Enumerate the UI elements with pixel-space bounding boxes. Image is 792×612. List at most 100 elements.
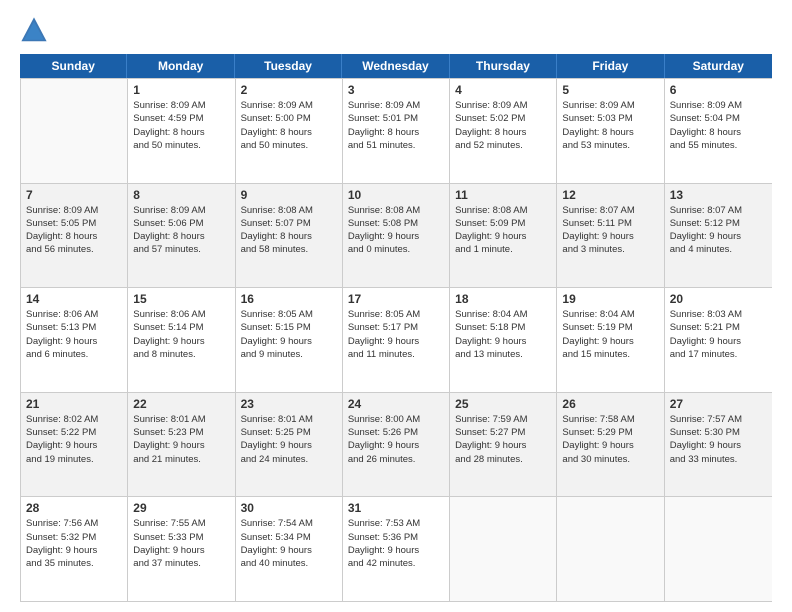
cell-info: Sunrise: 8:05 AM Sunset: 5:17 PM Dayligh…: [348, 308, 444, 361]
calendar-header-cell: Monday: [127, 54, 234, 78]
day-number: 30: [241, 501, 337, 515]
calendar-cell: 4 Sunrise: 8:09 AM Sunset: 5:02 PM Daylig…: [450, 79, 557, 183]
calendar-cell: [557, 497, 664, 601]
cell-info: Sunrise: 8:08 AM Sunset: 5:08 PM Dayligh…: [348, 204, 444, 257]
calendar-cell: 15Sunrise: 8:06 AM Sunset: 5:14 PM Dayli…: [128, 288, 235, 392]
logo: [20, 16, 52, 44]
calendar-row: 28 Sunrise: 7:56 AM Sunset: 5:32 PM Dayli…: [21, 497, 772, 602]
cell-info: Sunrise: 8:01 AM Sunset: 5:23 PM Dayligh…: [133, 413, 229, 466]
day-number: 23: [241, 397, 337, 411]
calendar-cell: 1 Sunrise: 8:09 AM Sunset: 4:59 PM Daylig…: [128, 79, 235, 183]
day-number: 29: [133, 501, 229, 515]
day-number: 27: [670, 397, 767, 411]
calendar-cell: [665, 497, 772, 601]
cell-info: Sunrise: 7:54 AM Sunset: 5:34 PM Dayligh…: [241, 517, 337, 570]
day-number: 3: [348, 83, 444, 97]
day-number: 22: [133, 397, 229, 411]
calendar-cell: 29 Sunrise: 7:55 AM Sunset: 5:33 PM Dayli…: [128, 497, 235, 601]
cell-info: Sunrise: 8:09 AM Sunset: 5:02 PM Dayligh…: [455, 99, 551, 152]
day-number: 28: [26, 501, 122, 515]
day-number: 24: [348, 397, 444, 411]
calendar-cell: [450, 497, 557, 601]
calendar: SundayMondayTuesdayWednesdayThursdayFrid…: [20, 54, 772, 602]
calendar-cell: 30 Sunrise: 7:54 AM Sunset: 5:34 PM Dayli…: [236, 497, 343, 601]
day-number: 15: [133, 292, 229, 306]
calendar-cell: 25 Sunrise: 7:59 AM Sunset: 5:27 PM Dayli…: [450, 393, 557, 497]
calendar-row: 21 Sunrise: 8:02 AM Sunset: 5:22 PM Dayli…: [21, 393, 772, 498]
day-number: 31: [348, 501, 444, 515]
calendar-cell: 14 Sunrise: 8:06 AM Sunset: 5:13 PM Dayli…: [21, 288, 128, 392]
cell-info: Sunrise: 8:09 AM Sunset: 5:01 PM Dayligh…: [348, 99, 444, 152]
day-number: 5: [562, 83, 658, 97]
calendar-cell: 31 Sunrise: 7:53 AM Sunset: 5:36 PM Dayli…: [343, 497, 450, 601]
day-number: 19: [562, 292, 658, 306]
calendar-cell: 3 Sunrise: 8:09 AM Sunset: 5:01 PM Daylig…: [343, 79, 450, 183]
cell-info: Sunrise: 7:58 AM Sunset: 5:29 PM Dayligh…: [562, 413, 658, 466]
calendar-cell: 21 Sunrise: 8:02 AM Sunset: 5:22 PM Dayli…: [21, 393, 128, 497]
day-number: 4: [455, 83, 551, 97]
calendar-row: 7 Sunrise: 8:09 AM Sunset: 5:05 PM Daylig…: [21, 184, 772, 289]
calendar-cell: 10 Sunrise: 8:08 AM Sunset: 5:08 PM Dayli…: [343, 184, 450, 288]
cell-info: Sunrise: 8:08 AM Sunset: 5:07 PM Dayligh…: [241, 204, 337, 257]
calendar-header-cell: Saturday: [665, 54, 772, 78]
cell-info: Sunrise: 8:09 AM Sunset: 5:05 PM Dayligh…: [26, 204, 122, 257]
day-number: 26: [562, 397, 658, 411]
calendar-cell: 6 Sunrise: 8:09 AM Sunset: 5:04 PM Daylig…: [665, 79, 772, 183]
calendar-cell: 19 Sunrise: 8:04 AM Sunset: 5:19 PM Dayli…: [557, 288, 664, 392]
calendar-cell: 24 Sunrise: 8:00 AM Sunset: 5:26 PM Dayli…: [343, 393, 450, 497]
day-number: 2: [241, 83, 337, 97]
day-number: 21: [26, 397, 122, 411]
cell-info: Sunrise: 8:02 AM Sunset: 5:22 PM Dayligh…: [26, 413, 122, 466]
day-number: 6: [670, 83, 767, 97]
day-number: 7: [26, 188, 122, 202]
day-number: 17: [348, 292, 444, 306]
day-number: 8: [133, 188, 229, 202]
day-number: 25: [455, 397, 551, 411]
cell-info: Sunrise: 8:06 AM Sunset: 5:13 PM Dayligh…: [26, 308, 122, 361]
day-number: 1: [133, 83, 229, 97]
cell-info: Sunrise: 7:57 AM Sunset: 5:30 PM Dayligh…: [670, 413, 767, 466]
calendar-header-cell: Wednesday: [342, 54, 449, 78]
calendar-cell: 12Sunrise: 8:07 AM Sunset: 5:11 PM Dayli…: [557, 184, 664, 288]
day-number: 14: [26, 292, 122, 306]
calendar-cell: 11 Sunrise: 8:08 AM Sunset: 5:09 PM Dayli…: [450, 184, 557, 288]
page: SundayMondayTuesdayWednesdayThursdayFrid…: [0, 0, 792, 612]
cell-info: Sunrise: 8:09 AM Sunset: 5:00 PM Dayligh…: [241, 99, 337, 152]
cell-info: Sunrise: 7:53 AM Sunset: 5:36 PM Dayligh…: [348, 517, 444, 570]
calendar-cell: 5 Sunrise: 8:09 AM Sunset: 5:03 PM Daylig…: [557, 79, 664, 183]
calendar-cell: [21, 79, 128, 183]
day-number: 12: [562, 188, 658, 202]
day-number: 13: [670, 188, 767, 202]
calendar-cell: 7 Sunrise: 8:09 AM Sunset: 5:05 PM Daylig…: [21, 184, 128, 288]
day-number: 9: [241, 188, 337, 202]
cell-info: Sunrise: 8:09 AM Sunset: 4:59 PM Dayligh…: [133, 99, 229, 152]
cell-info: Sunrise: 8:04 AM Sunset: 5:19 PM Dayligh…: [562, 308, 658, 361]
cell-info: Sunrise: 7:59 AM Sunset: 5:27 PM Dayligh…: [455, 413, 551, 466]
day-number: 10: [348, 188, 444, 202]
cell-info: Sunrise: 7:55 AM Sunset: 5:33 PM Dayligh…: [133, 517, 229, 570]
calendar-body: 1 Sunrise: 8:09 AM Sunset: 4:59 PM Daylig…: [20, 78, 772, 602]
calendar-cell: 26 Sunrise: 7:58 AM Sunset: 5:29 PM Dayli…: [557, 393, 664, 497]
cell-info: Sunrise: 8:03 AM Sunset: 5:21 PM Dayligh…: [670, 308, 767, 361]
calendar-cell: 17 Sunrise: 8:05 AM Sunset: 5:17 PM Dayli…: [343, 288, 450, 392]
calendar-cell: 20Sunrise: 8:03 AM Sunset: 5:21 PM Dayli…: [665, 288, 772, 392]
cell-info: Sunrise: 8:08 AM Sunset: 5:09 PM Dayligh…: [455, 204, 551, 257]
cell-info: Sunrise: 7:56 AM Sunset: 5:32 PM Dayligh…: [26, 517, 122, 570]
cell-info: Sunrise: 8:07 AM Sunset: 5:12 PM Dayligh…: [670, 204, 767, 257]
calendar-cell: 8Sunrise: 8:09 AM Sunset: 5:06 PM Daylig…: [128, 184, 235, 288]
calendar-header-cell: Friday: [557, 54, 664, 78]
calendar-cell: 9 Sunrise: 8:08 AM Sunset: 5:07 PM Daylig…: [236, 184, 343, 288]
calendar-cell: 2 Sunrise: 8:09 AM Sunset: 5:00 PM Daylig…: [236, 79, 343, 183]
day-number: 11: [455, 188, 551, 202]
calendar-header-cell: Sunday: [20, 54, 127, 78]
logo-icon: [20, 16, 48, 44]
calendar-cell: 28 Sunrise: 7:56 AM Sunset: 5:32 PM Dayli…: [21, 497, 128, 601]
cell-info: Sunrise: 8:05 AM Sunset: 5:15 PM Dayligh…: [241, 308, 337, 361]
cell-info: Sunrise: 8:00 AM Sunset: 5:26 PM Dayligh…: [348, 413, 444, 466]
cell-info: Sunrise: 8:09 AM Sunset: 5:04 PM Dayligh…: [670, 99, 767, 152]
calendar-cell: 18Sunrise: 8:04 AM Sunset: 5:18 PM Dayli…: [450, 288, 557, 392]
calendar-cell: 23Sunrise: 8:01 AM Sunset: 5:25 PM Dayli…: [236, 393, 343, 497]
calendar-row: 1 Sunrise: 8:09 AM Sunset: 4:59 PM Daylig…: [21, 79, 772, 184]
cell-info: Sunrise: 8:09 AM Sunset: 5:03 PM Dayligh…: [562, 99, 658, 152]
day-number: 18: [455, 292, 551, 306]
